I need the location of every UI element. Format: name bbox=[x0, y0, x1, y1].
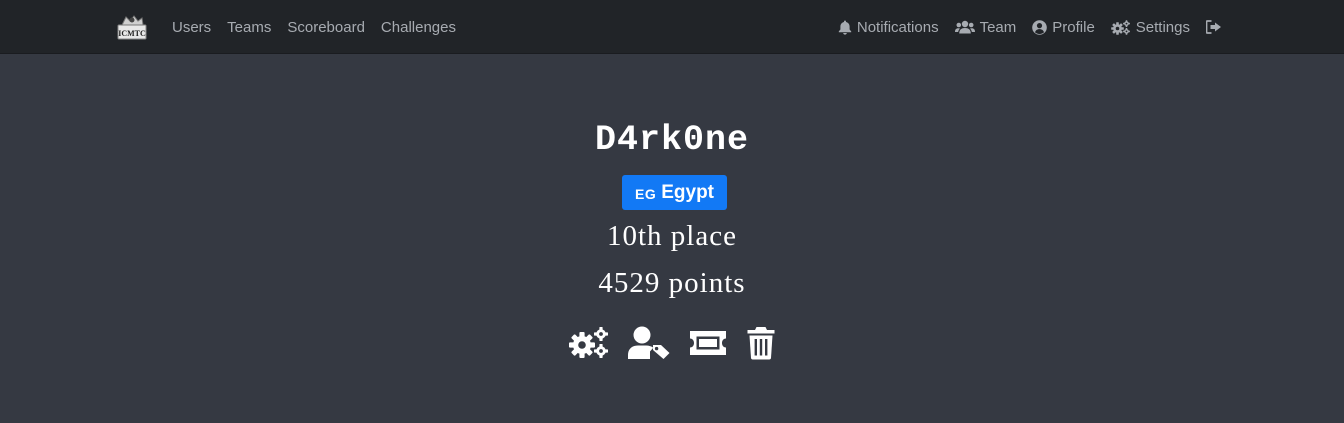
logout-button[interactable] bbox=[1206, 20, 1222, 34]
award-user-button[interactable] bbox=[628, 325, 670, 361]
nav-link-label: Challenges bbox=[380, 18, 456, 36]
user-place: 10th place bbox=[607, 220, 737, 252]
nav-link-scoreboard[interactable]: Scoreboard bbox=[287, 19, 365, 36]
nav-link-users[interactable]: Users bbox=[172, 19, 211, 36]
navbar: ICMTC Users Teams Scoreboard Challenges … bbox=[0, 0, 1344, 54]
edit-user-button[interactable] bbox=[568, 325, 610, 361]
country-badge: EG Egypt bbox=[622, 175, 727, 210]
nav-link-label: Users bbox=[172, 18, 212, 36]
svg-text:ICMTC: ICMTC bbox=[118, 29, 146, 38]
nav-link-challenges[interactable]: Challenges bbox=[381, 19, 456, 36]
nav-link-notifications[interactable]: Notifications bbox=[838, 19, 939, 36]
nav-link-settings[interactable]: Settings bbox=[1110, 18, 1190, 36]
nav-left: Users Teams Scoreboard Challenges bbox=[172, 0, 456, 54]
nav-link-label: Profile bbox=[1052, 18, 1095, 36]
user-tag-icon bbox=[628, 326, 670, 359]
nav-right: Notifications Team Profile Settings bbox=[838, 0, 1222, 54]
ticket-icon bbox=[690, 331, 726, 355]
nav-link-label: Settings bbox=[1135, 18, 1190, 36]
nav-link-label: Teams bbox=[227, 18, 272, 36]
site-logo[interactable]: ICMTC bbox=[116, 13, 148, 41]
logo-icon: ICMTC bbox=[117, 15, 147, 40]
nav-link-label: Scoreboard bbox=[287, 18, 365, 36]
trash-icon bbox=[747, 327, 775, 360]
user-name: D4rk0ne bbox=[594, 120, 750, 160]
cogs-icon bbox=[1110, 19, 1130, 35]
nav-link-label: Notifications bbox=[856, 18, 939, 36]
sign-out-icon bbox=[1206, 20, 1221, 34]
nav-link-label: Team bbox=[979, 18, 1017, 36]
user-circle-icon bbox=[1032, 19, 1048, 35]
user-points: 4529 points bbox=[598, 267, 746, 299]
delete-user-button[interactable] bbox=[746, 325, 776, 361]
country-flag-code: EG bbox=[634, 186, 657, 202]
cogs-icon bbox=[569, 327, 608, 358]
users-icon bbox=[954, 20, 975, 34]
nav-link-team[interactable]: Team bbox=[954, 18, 1017, 36]
country-name: Egypt bbox=[661, 181, 714, 203]
bell-icon bbox=[838, 20, 852, 35]
profile-header: D4rk0ne EG Egypt 10th place 4529 points bbox=[0, 54, 1344, 423]
admin-actions bbox=[0, 325, 1344, 361]
send-message-button[interactable] bbox=[688, 325, 728, 361]
nav-link-profile[interactable]: Profile bbox=[1032, 19, 1095, 36]
nav-link-teams[interactable]: Teams bbox=[227, 19, 271, 36]
